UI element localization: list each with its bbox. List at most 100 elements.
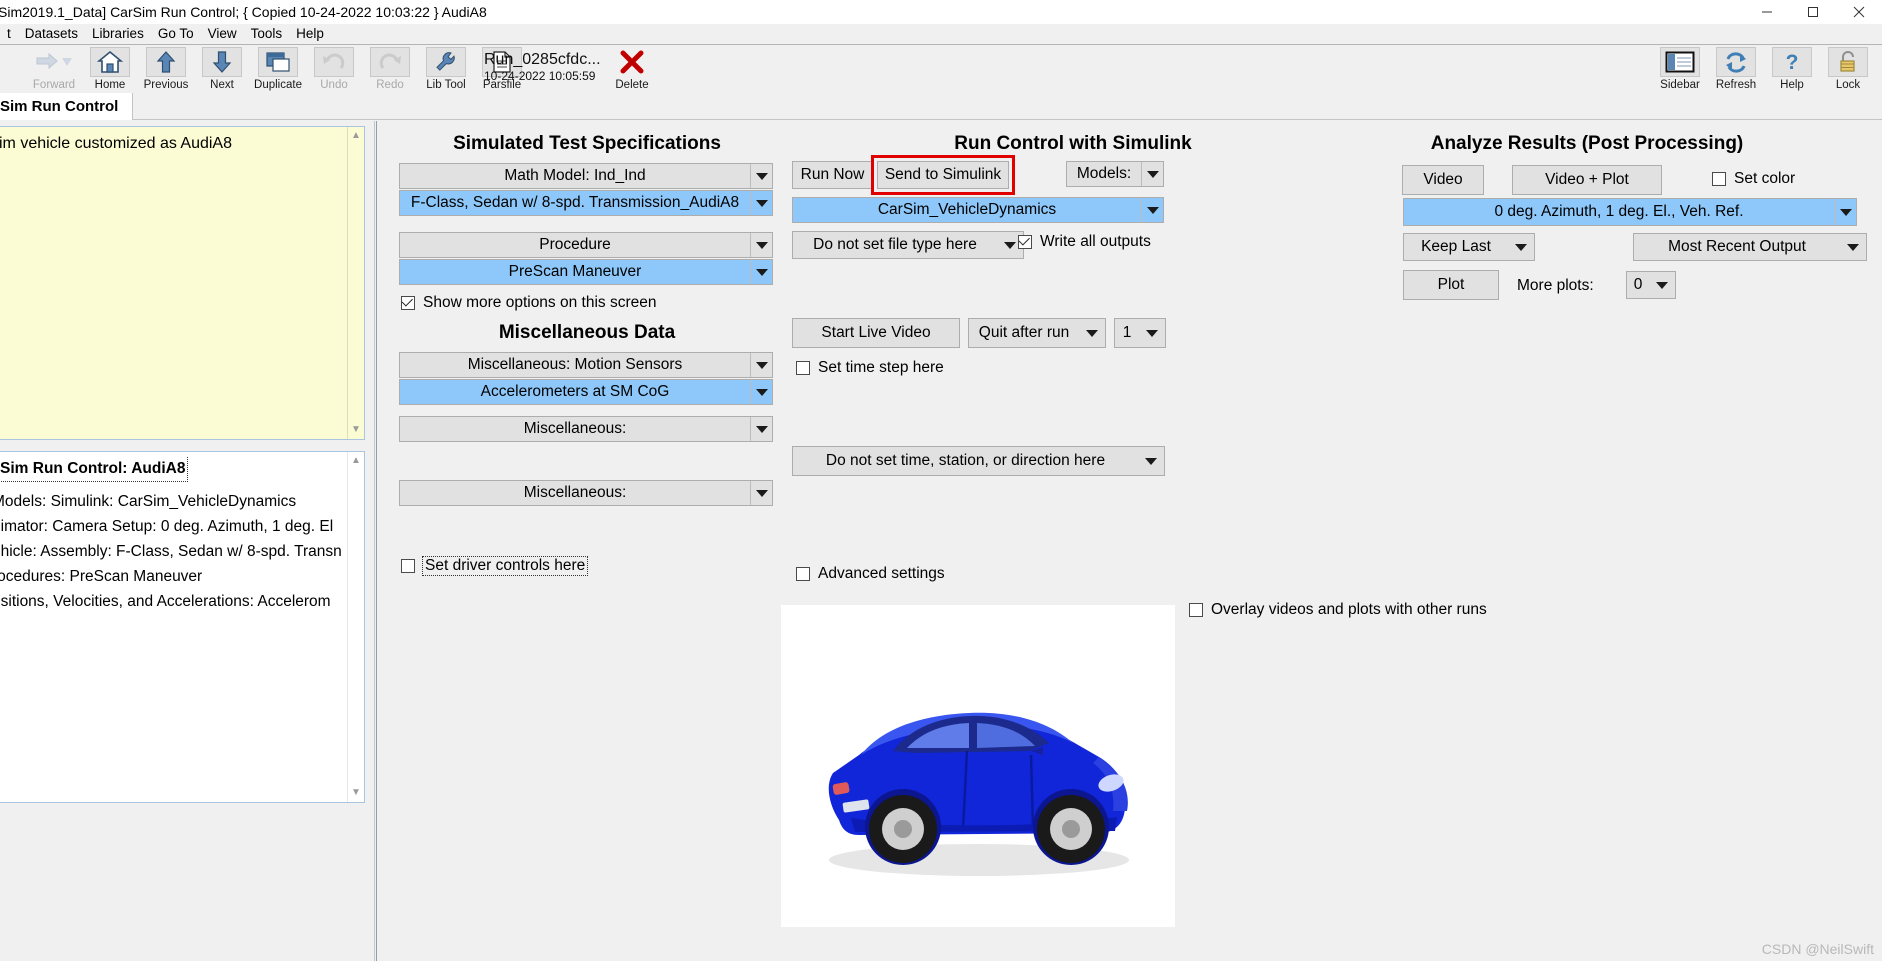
menu-item-tools[interactable]: Tools [244, 24, 290, 44]
file-type-combo[interactable]: Do not set file type here [792, 231, 1024, 259]
description-scrollbar[interactable]: ▲ ▼ [347, 452, 364, 802]
toolbar-button-duplicate[interactable]: Duplicate [250, 45, 306, 93]
camera-setup-combo[interactable]: 0 deg. Azimuth, 1 deg. El., Veh. Ref. [1403, 198, 1857, 226]
vehicle-assembly-combo[interactable]: F-Class, Sedan w/ 8-spd. Transmission_Au… [399, 190, 773, 216]
watermark: CSDN @NeilSwift [1761, 941, 1874, 957]
current-run-info[interactable]: Run_0285cfdc... 10-24-2022 10:05:59 [484, 47, 601, 87]
toolbar-button-help[interactable]: ? Help [1764, 45, 1820, 93]
toolbar-button-lib-tool[interactable]: Lib Tool [418, 45, 474, 93]
chevron-down-icon[interactable] [1079, 319, 1105, 347]
chevron-down-icon[interactable] [1141, 162, 1163, 186]
show-more-options-checkbox[interactable]: Show more options on this screen [401, 294, 656, 312]
chevron-down-icon[interactable] [1834, 199, 1856, 225]
scroll-down-arrow-icon[interactable]: ▼ [351, 421, 361, 439]
chevron-down-icon[interactable] [750, 164, 772, 188]
math-model-combo[interactable]: Math Model: Ind_Ind [399, 163, 773, 189]
run-now-button[interactable]: Run Now [792, 161, 873, 189]
chevron-down-icon[interactable] [1141, 198, 1163, 222]
checkbox-box[interactable] [1712, 172, 1726, 186]
checkbox-box[interactable] [1189, 603, 1203, 617]
set-color-checkbox[interactable]: Set color [1712, 170, 1795, 188]
keep-last-value: Keep Last [1421, 238, 1491, 255]
minimize-button[interactable] [1744, 0, 1790, 24]
quit-after-run-combo[interactable]: Quit after run [968, 318, 1106, 348]
camera-setup-value: 0 deg. Azimuth, 1 deg. El., Veh. Ref. [1494, 203, 1744, 220]
chevron-down-icon[interactable] [1138, 447, 1164, 475]
run-now-label: Run Now [800, 166, 865, 183]
back-dropdown-icon [0, 47, 18, 77]
chevron-down-icon[interactable] [1139, 319, 1165, 347]
misc-blank-combo-2[interactable]: Miscellaneous: [399, 480, 773, 506]
menu-item-libraries[interactable]: Libraries [85, 24, 151, 44]
model-value: CarSim_VehicleDynamics [877, 201, 1057, 218]
quit-count-combo[interactable]: 1 [1114, 318, 1166, 348]
notes-panel[interactable]: im vehicle customized as AudiA8 ▲ ▼ [0, 126, 365, 440]
plot-button[interactable]: Plot [1403, 270, 1499, 300]
chevron-down-icon[interactable] [1649, 272, 1675, 298]
toolbar-button-redo[interactable]: Redo [362, 45, 418, 93]
toolbar-button-refresh[interactable]: Refresh [1708, 45, 1764, 93]
quit-count-value: 1 [1122, 324, 1132, 341]
checkbox-box[interactable] [401, 295, 415, 310]
chevron-down-icon[interactable] [750, 233, 772, 257]
video-button[interactable]: Video [1402, 165, 1484, 195]
menu-item-help[interactable]: Help [289, 24, 331, 44]
menu-item-view[interactable]: View [201, 24, 244, 44]
advanced-settings-checkbox[interactable]: Advanced settings [796, 565, 945, 583]
video-plot-button[interactable]: Video + Plot [1512, 165, 1662, 195]
models-combo[interactable]: Models: [1066, 161, 1164, 187]
chevron-down-icon[interactable] [750, 353, 772, 377]
chevron-down-icon[interactable] [750, 260, 772, 284]
chevron-down-icon[interactable] [750, 417, 772, 441]
scroll-up-arrow-icon[interactable]: ▲ [351, 127, 361, 145]
checkbox-box[interactable] [1018, 234, 1032, 249]
misc-motion-sensors-combo[interactable]: Miscellaneous: Motion Sensors [399, 352, 773, 378]
procedure-value-combo[interactable]: PreScan Maneuver [399, 259, 773, 285]
menu-item-goto[interactable]: Go To [151, 24, 201, 44]
toolbar-button-delete[interactable]: Delete [604, 45, 660, 93]
toolbar-button-undo[interactable]: Undo [306, 45, 362, 93]
time-station-direction-combo[interactable]: Do not set time, station, or direction h… [792, 446, 1165, 476]
description-panel[interactable]: rSim Run Control: AudiA8 Models: Simulin… [0, 451, 365, 803]
video-plot-label: Video + Plot [1545, 171, 1629, 188]
checkbox-box[interactable] [796, 361, 810, 375]
more-plots-combo[interactable]: 0 [1626, 271, 1676, 299]
forward-arrow-icon [34, 47, 74, 77]
scroll-up-arrow-icon[interactable]: ▲ [351, 452, 361, 470]
chevron-down-icon[interactable] [750, 380, 772, 404]
toolbar-button-forward[interactable]: Forward [26, 45, 82, 93]
checkbox-box[interactable] [401, 559, 415, 573]
notes-scrollbar[interactable]: ▲ ▼ [347, 127, 364, 439]
chevron-down-icon[interactable] [1840, 234, 1866, 260]
menu-item-datasets[interactable]: Datasets [18, 24, 85, 44]
column-title-run-control-with-simulink: Run Control with Simulink [954, 133, 1192, 154]
window-title: Sim2019.1_Data] CarSim Run Control; { Co… [0, 4, 487, 20]
write-all-outputs-checkbox[interactable]: Write all outputs [1018, 233, 1151, 251]
keep-last-combo[interactable]: Keep Last [1403, 233, 1535, 261]
most-recent-output-combo[interactable]: Most Recent Output [1633, 233, 1867, 261]
misc-blank-combo-1[interactable]: Miscellaneous: [399, 416, 773, 442]
model-value-combo[interactable]: CarSim_VehicleDynamics [792, 197, 1164, 223]
menu-item-t[interactable]: t [0, 24, 18, 44]
toolbar-button-sidebar[interactable]: Sidebar [1652, 45, 1708, 93]
start-live-video-button[interactable]: Start Live Video [792, 318, 960, 348]
misc-accelerometers-combo[interactable]: Accelerometers at SM CoG [399, 379, 773, 405]
toolbar-button-lock[interactable]: Lock [1820, 45, 1876, 93]
tab-sim-run-control[interactable]: Sim Run Control [0, 93, 134, 120]
scroll-down-arrow-icon[interactable]: ▼ [351, 784, 361, 802]
checkbox-box[interactable] [796, 567, 810, 581]
run-name: Run_0285cfdc... [484, 51, 601, 68]
toolbar-button-previous[interactable]: Previous [138, 45, 194, 93]
procedure-combo[interactable]: Procedure [399, 232, 773, 258]
close-button[interactable] [1836, 0, 1882, 24]
set-time-step-checkbox[interactable]: Set time step here [796, 359, 944, 377]
maximize-button[interactable] [1790, 0, 1836, 24]
chevron-down-icon[interactable] [750, 191, 772, 215]
toolbar-button-back[interactable] [0, 45, 26, 93]
toolbar-button-next[interactable]: Next [194, 45, 250, 93]
toolbar-button-home[interactable]: Home [82, 45, 138, 93]
overlay-videos-checkbox[interactable]: Overlay videos and plots with other runs [1189, 601, 1487, 619]
chevron-down-icon[interactable] [1508, 234, 1534, 260]
chevron-down-icon[interactable] [750, 481, 772, 505]
set-driver-controls-checkbox[interactable]: Set driver controls here [401, 556, 589, 576]
